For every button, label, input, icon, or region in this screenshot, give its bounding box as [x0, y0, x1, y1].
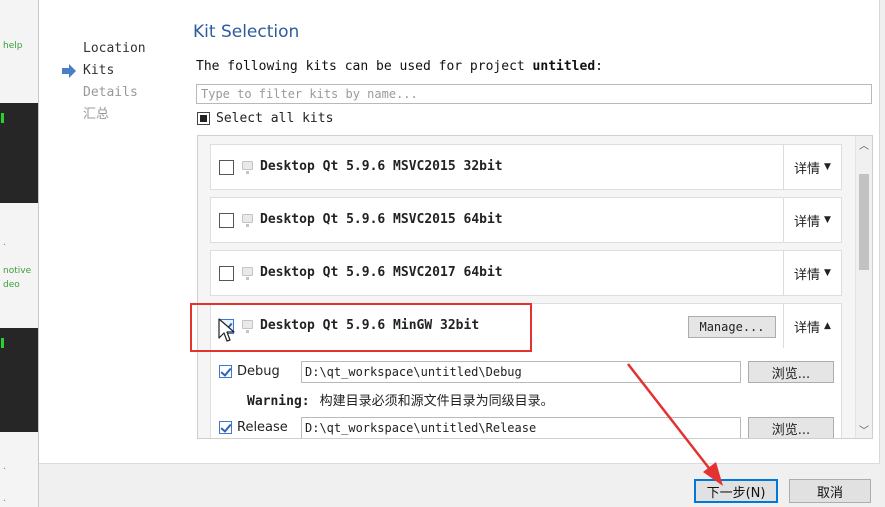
scroll-down-icon[interactable]: ﹀ — [856, 421, 872, 438]
step-location: Location — [59, 38, 146, 60]
scrollbar-thumb[interactable] — [859, 174, 869, 270]
desktop-monitor-icon — [242, 161, 253, 174]
intro-prefix: The following kits can be used for proje… — [196, 59, 533, 74]
background-text: help — [3, 41, 23, 51]
wizard-steps: Location Kits Details 汇总 — [59, 38, 146, 126]
kit-row: Desktop Qt 5.9.6 MSVC2015 32bit 详情 ▼ — [210, 144, 842, 190]
select-all-checkbox[interactable] — [197, 112, 210, 125]
background-marker — [1, 338, 4, 348]
background-text: notive — [3, 266, 32, 276]
page-title: Kit Selection — [193, 22, 300, 42]
triangle-up-icon: ▲ — [824, 321, 831, 331]
build-config-release: Release D:\qt_workspace\untitled\Release… — [219, 417, 839, 438]
kit-details-toggle[interactable]: 详情 ▼ — [783, 251, 841, 295]
desktop-monitor-icon — [242, 267, 253, 280]
build-dir-warning: Warning: 构建目录必须和源文件目录为同级目录。 — [247, 390, 554, 409]
intro-text: The following kits can be used for proje… — [196, 59, 603, 74]
dialog-right-edge — [879, 0, 885, 507]
intro-suffix: : — [595, 59, 603, 74]
background-panel — [0, 328, 38, 432]
step-label: Location — [83, 41, 146, 56]
debug-path-field[interactable]: D:\qt_workspace\untitled\Debug — [301, 361, 741, 383]
kit-row: Desktop Qt 5.9.6 MSVC2015 64bit 详情 ▼ — [210, 197, 842, 243]
kit-name: Desktop Qt 5.9.6 MSVC2015 64bit — [260, 212, 503, 227]
triangle-down-icon: ▼ — [824, 268, 831, 278]
kit-checkbox[interactable] — [219, 266, 234, 281]
kit-details-toggle[interactable]: 详情 ▲ — [783, 304, 841, 348]
scroll-up-icon[interactable]: ︿ — [856, 136, 872, 153]
kit-filter-input[interactable] — [196, 84, 872, 104]
build-config-label: Debug — [237, 364, 280, 379]
debug-checkbox[interactable] — [219, 365, 232, 378]
background-marker — [1, 113, 4, 123]
step-label: Details — [83, 85, 138, 100]
details-label: 详情 — [794, 267, 821, 283]
background-dot: . — [3, 238, 6, 248]
kit-name: Desktop Qt 5.9.6 MinGW 32bit — [260, 318, 480, 333]
desktop-monitor-icon — [242, 320, 253, 333]
background-dot: . — [3, 494, 6, 504]
background-panel — [0, 103, 38, 203]
new-project-wizard: Location Kits Details 汇总 Kit Selection T… — [38, 0, 885, 507]
details-label: 详情 — [794, 214, 821, 230]
background-window-strip: help . notive deo . . — [0, 0, 38, 507]
step-summary: 汇总 — [59, 104, 146, 126]
mouse-cursor-icon — [218, 318, 235, 342]
select-all-label: Select all kits — [216, 111, 334, 126]
release-browse-button[interactable]: 浏览... — [748, 417, 834, 438]
debug-browse-button[interactable]: 浏览... — [748, 361, 834, 383]
step-details: Details — [59, 82, 146, 104]
details-label: 详情 — [794, 320, 821, 336]
triangle-down-icon: ▼ — [824, 162, 831, 172]
build-config-debug: Debug D:\qt_workspace\untitled\Debug 浏览.… — [219, 361, 839, 383]
kit-checkbox[interactable] — [219, 160, 234, 175]
kit-checkbox[interactable] — [219, 213, 234, 228]
desktop-monitor-icon — [242, 214, 253, 227]
kit-row-expanded: Desktop Qt 5.9.6 MinGW 32bit Manage... 详… — [210, 303, 842, 438]
release-path-field[interactable]: D:\qt_workspace\untitled\Release — [301, 417, 741, 438]
cancel-button[interactable]: 取消 — [789, 479, 871, 503]
wizard-button-bar: 下一步(N) 取消 — [39, 463, 880, 507]
kit-name: Desktop Qt 5.9.6 MSVC2017 64bit — [260, 265, 503, 280]
project-name: untitled — [532, 59, 596, 74]
manage-kit-button[interactable]: Manage... — [688, 316, 776, 338]
background-text: deo — [3, 280, 20, 290]
warning-text: 构建目录必须和源文件目录为同级目录。 — [319, 394, 554, 409]
kit-list: Desktop Qt 5.9.6 MSVC2015 32bit 详情 ▼ Desk… — [197, 135, 873, 439]
triangle-down-icon: ▼ — [824, 215, 831, 225]
background-dot: . — [3, 462, 6, 472]
details-label: 详情 — [794, 161, 821, 177]
kit-details-toggle[interactable]: 详情 ▼ — [783, 198, 841, 242]
kit-row: Desktop Qt 5.9.6 MSVC2017 64bit 详情 ▼ — [210, 250, 842, 296]
step-label: 汇总 — [83, 107, 110, 122]
release-checkbox[interactable] — [219, 421, 232, 434]
step-kits: Kits — [59, 60, 146, 82]
warning-prefix: Warning: — [247, 394, 310, 409]
kit-details-toggle[interactable]: 详情 ▼ — [783, 145, 841, 189]
build-config-label: Release — [237, 420, 288, 435]
kit-list-scrollbar[interactable]: ︿ ﹀ — [855, 136, 872, 438]
kit-name: Desktop Qt 5.9.6 MSVC2015 32bit — [260, 159, 503, 174]
step-label: Kits — [83, 63, 115, 78]
next-button[interactable]: 下一步(N) — [694, 479, 778, 503]
current-step-arrow-icon — [62, 64, 76, 78]
